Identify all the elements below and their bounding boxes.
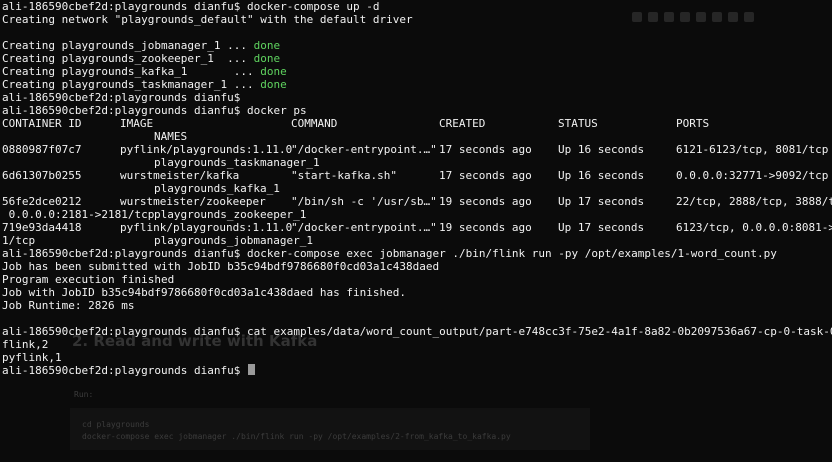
header-names: NAMES [154,130,188,143]
table-row-names: 0.0.0.0:2181->2181/tcp playgrounds_zooke… [2,208,832,221]
output-line: Job with JobID b35c94bdf9786680f0cd03a1c… [2,286,406,299]
header-created: CREATED [439,117,486,130]
table-row-names: 1/tcp playgrounds_jobmanager_1 [2,234,832,247]
creating-line: Creating playgrounds_kafka_1 ... done [2,65,287,78]
ghost-code-panel [70,408,590,450]
cell-container-id: 719e93da4418 [2,221,82,234]
cell-created: 17 seconds ago [439,169,532,182]
cell-status: Up 17 seconds [558,221,645,234]
table-row-names: playgrounds_kafka_1 [2,182,832,195]
done-status: done [260,65,287,78]
creating-line: Creating playgrounds_taskmanager_1 ... d… [2,78,287,91]
done-status: done [260,78,287,91]
cell-ports-wrap: 0.0.0.0:2181->2181/tcp [2,208,155,221]
ghost-code-line: cd playgrounds [82,420,150,429]
cell-command: "start-kafka.sh" [291,169,397,182]
command-prompt: ali-186590cbef2d:playgrounds dianfu$ cat… [2,325,832,338]
cell-image: wurstmeister/kafka [120,169,240,182]
table-row: 719e93da4418 pyflink/playgrounds:1.11.0 … [2,221,832,234]
cell-name: playgrounds_kafka_1 [154,182,280,195]
header-ports: PORTS [676,117,710,130]
output-line: flink,2 [2,338,49,351]
table-header: CONTAINER ID IMAGE COMMAND CREATED STATU… [2,117,832,130]
cell-created: 19 seconds ago [439,221,532,234]
command-prompt: ali-186590cbef2d:playgrounds dianfu$ doc… [2,247,777,260]
header-image: IMAGE [120,117,154,130]
cell-name: playgrounds_jobmanager_1 [154,234,313,247]
table-header-names: NAMES [2,130,832,143]
cell-command: "/docker-entrypoint.…" [291,221,437,234]
output-line: Program execution finished [2,273,175,286]
cell-created: 17 seconds ago [439,143,532,156]
output-line: Job has been submitted with JobID b35c94… [2,260,440,273]
output-line: pyflink,1 [2,351,62,364]
cell-ports-wrap: 1/tcp [2,234,36,247]
output-line: Job Runtime: 2826 ms [2,299,135,312]
header-command: COMMAND [291,117,338,130]
cell-status: Up 16 seconds [558,169,645,182]
cell-command: "/bin/sh -c '/usr/sb…" [291,195,437,208]
cell-ports: 0.0.0.0:32771->9092/tcp [676,169,829,182]
cell-status: Up 16 seconds [558,143,645,156]
terminal-output: ali-186590cbef2d:playgrounds dianfu$ doc… [2,0,832,377]
cell-name: playgrounds_zookeeper_1 [154,208,307,221]
cell-name: playgrounds_taskmanager_1 [154,156,320,169]
cell-image: wurstmeister/zookeeper [120,195,266,208]
creating-line: Creating playgrounds_jobmanager_1 ... do… [2,39,281,52]
done-status: done [253,52,281,65]
active-prompt-line[interactable]: ali-186590cbef2d:playgrounds dianfu$ [2,364,832,377]
cell-command: "/docker-entrypoint.…" [291,143,437,156]
header-container-id: CONTAINER ID [2,117,82,130]
terminal-cursor[interactable] [248,364,256,375]
cell-ports: 22/tcp, 2888/tcp, 3888/tcp [676,195,832,208]
terminal-window[interactable]: 2. Read and write with Kafka Run: cd pla… [0,0,832,462]
command-prompt: ali-186590cbef2d:playgrounds dianfu$ [2,364,248,377]
cell-container-id: 6d61307b0255 [2,169,82,182]
done-status: done [253,39,281,52]
cell-image: pyflink/playgrounds:1.11.0 [120,221,293,234]
cell-status: Up 17 seconds [558,195,645,208]
ghost-code-line: docker-compose exec jobmanager ./bin/fli… [82,432,511,441]
table-row: 6d61307b0255 wurstmeister/kafka "start-k… [2,169,832,182]
cell-container-id: 56fe2dce0212 [2,195,82,208]
command-prompt: ali-186590cbef2d:playgrounds dianfu$ doc… [2,0,380,13]
table-row: 56fe2dce0212 wurstmeister/zookeeper "/bi… [2,195,832,208]
ghost-run-label: Run: [74,390,94,399]
cell-ports: 6123/tcp, 0.0.0.0:8081->80 [676,221,832,234]
table-row-names: playgrounds_taskmanager_1 [2,156,832,169]
command-prompt: ali-186590cbef2d:playgrounds dianfu$ [2,91,241,104]
cell-container-id: 0880987f07c7 [2,143,82,156]
cell-image: pyflink/playgrounds:1.11.0 [120,143,293,156]
output-line: Creating network "playgrounds_default" w… [2,13,413,26]
cell-created: 19 seconds ago [439,195,532,208]
header-status: STATUS [558,117,598,130]
cell-ports: 6121-6123/tcp, 8081/tcp [676,143,829,156]
table-row: 0880987f07c7 pyflink/playgrounds:1.11.0 … [2,143,832,156]
command-prompt: ali-186590cbef2d:playgrounds dianfu$ doc… [2,104,307,117]
creating-line: Creating playgrounds_zookeeper_1 ... don… [2,52,281,65]
